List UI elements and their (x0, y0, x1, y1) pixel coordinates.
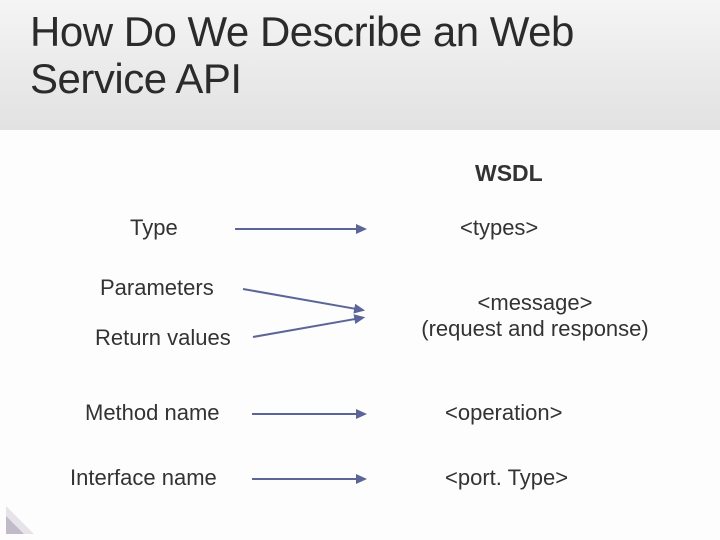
wsdl-message-tag: <message> (400, 290, 670, 316)
page-title: How Do We Describe an Web Service API (30, 8, 690, 102)
wsdl-message: <message> (request and response) (400, 290, 670, 342)
arrow-icon (252, 413, 365, 415)
arrow-icon (252, 478, 365, 480)
label-parameters: Parameters (100, 275, 214, 301)
label-method-name: Method name (85, 400, 220, 426)
decorative-corner-icon (6, 516, 24, 534)
label-return-values: Return values (95, 325, 231, 351)
wsdl-heading: WSDL (475, 160, 543, 187)
arrow-icon (235, 228, 365, 230)
wsdl-porttype: <port. Type> (445, 465, 568, 491)
wsdl-operation: <operation> (445, 400, 562, 426)
label-type: Type (130, 215, 178, 241)
arrow-icon (253, 317, 364, 338)
arrow-icon (243, 288, 363, 311)
wsdl-types: <types> (460, 215, 538, 241)
wsdl-message-note: (request and response) (400, 316, 670, 342)
label-interface-name: Interface name (70, 465, 217, 491)
